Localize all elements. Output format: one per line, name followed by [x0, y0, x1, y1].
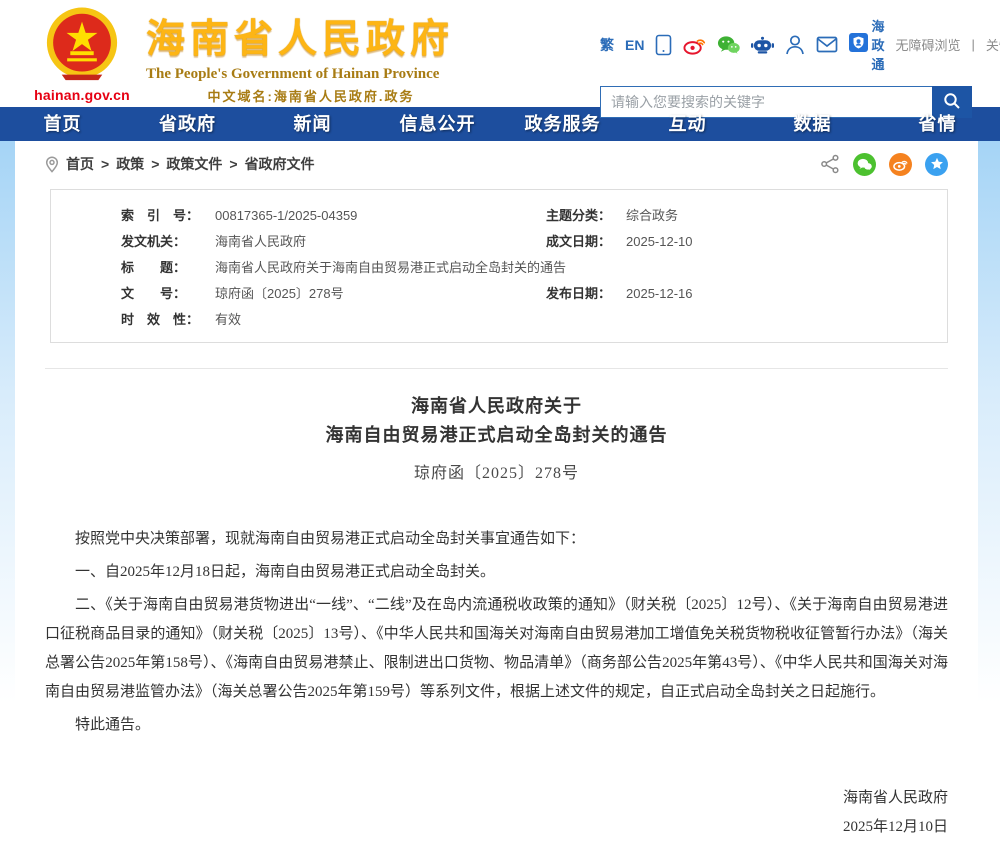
document-number: 琼府函〔2025〕278号	[45, 459, 948, 483]
nav-item-interaction[interactable]: 互动	[625, 107, 750, 141]
breadcrumb-separator: >	[229, 156, 237, 172]
meta-value-issuing-agency: 海南省人民政府	[215, 229, 546, 255]
robot-icon[interactable]	[751, 35, 774, 55]
share-wechat-icon[interactable]	[853, 153, 876, 176]
breadcrumb-separator: >	[101, 156, 109, 172]
breadcrumb-separator: >	[151, 156, 159, 172]
toolbar-separator: |	[971, 37, 974, 52]
meta-value-index-number: 00817365-1/2025-04359	[215, 203, 546, 229]
meta-label-topic-category: 主题分类：	[546, 203, 626, 229]
signature-agency: 海南省人民政府	[45, 784, 948, 813]
site-brand: 海南省人民政府 The People's Government of Haina…	[146, 6, 476, 107]
document-body: 按照党中央决策部署，现就海南自由贸易港正式启动全岛封关事宜通告如下： 一、自20…	[45, 525, 948, 740]
document-title-line1: 海南省人民政府关于	[45, 392, 948, 421]
meta-row: 索 引 号： 00817365-1/2025-04359 主题分类： 综合政务	[121, 203, 932, 229]
weibo-icon[interactable]	[683, 35, 706, 55]
meta-value-validity: 有效	[215, 307, 546, 333]
paragraph: 二、《关于海南自由贸易港货物进出“一线”、“二线”及在岛内流通税收政策的通知》（…	[45, 591, 948, 707]
breadcrumb-policy-documents[interactable]: 政策文件	[166, 154, 222, 174]
paragraph: 按照党中央决策部署，现就海南自由贸易港正式启动全岛封关事宜通告如下：	[45, 525, 948, 554]
national-emblem-icon	[43, 71, 121, 88]
traditional-chinese-link[interactable]: 繁	[600, 35, 614, 55]
header-toolbar: 繁 EN	[600, 16, 972, 73]
site-domain: hainan.gov.cn	[34, 87, 130, 103]
meta-row: 文 号： 琼府函〔2025〕278号 发布日期： 2025-12-16	[121, 281, 932, 307]
paragraph: 一、自2025年12月18日起，海南自由贸易港正式启动全岛封关。	[45, 558, 948, 587]
site-title: 海南省人民政府	[146, 8, 476, 64]
document-title: 海南省人民政府关于 海南自由贸易港正式启动全岛封关的通告	[45, 392, 948, 450]
meta-value-doc-number: 琼府函〔2025〕278号	[215, 281, 546, 307]
share-weibo-icon[interactable]	[889, 153, 912, 176]
meta-value-publish-date: 2025-12-16	[626, 281, 932, 307]
meta-row: 时 效 性： 有效	[121, 307, 932, 333]
meta-label-written-date: 成文日期：	[546, 229, 626, 255]
header-right: 繁 EN	[600, 6, 972, 107]
paragraph: 特此通告。	[45, 711, 948, 740]
location-pin-icon	[45, 156, 59, 173]
breadcrumb-policy[interactable]: 政策	[116, 154, 144, 174]
share-icon[interactable]	[820, 154, 840, 174]
page-background: 首页 > 政策 > 政策文件 > 省政府文件	[0, 141, 1000, 862]
document-meta-box: 索 引 号： 00817365-1/2025-04359 主题分类： 综合政务 …	[50, 189, 948, 343]
meta-value-empty	[626, 307, 932, 333]
content-panel: 首页 > 政策 > 政策文件 > 省政府文件	[15, 141, 978, 862]
main-nav: 首页 省政府 新闻 信息公开 政务服务 互动 数据 省情	[0, 107, 1000, 141]
meta-label-empty	[546, 307, 626, 333]
english-link[interactable]: EN	[625, 37, 644, 53]
meta-label-validity: 时 效 性：	[121, 307, 215, 333]
nav-item-data[interactable]: 数据	[750, 107, 875, 141]
haizhengtong-label: 海政通	[871, 16, 884, 73]
breadcrumb-row: 首页 > 政策 > 政策文件 > 省政府文件	[45, 141, 948, 187]
meta-value-topic-category: 综合政务	[626, 203, 932, 229]
nav-item-information-disclosure[interactable]: 信息公开	[375, 107, 500, 141]
breadcrumb-home[interactable]: 首页	[66, 154, 94, 174]
site-title-en: The People's Government of Hainan Provin…	[146, 66, 476, 83]
share-qzone-icon[interactable]	[925, 153, 948, 176]
breadcrumb-provincial-documents[interactable]: 省政府文件	[245, 154, 315, 174]
meta-label-issuing-agency: 发文机关：	[121, 229, 215, 255]
divider	[45, 368, 948, 369]
signature-date: 2025年12月10日	[45, 813, 948, 842]
site-domain-cn: 中文域名:海南省人民政府.政务	[146, 86, 476, 105]
haizhengtong-link[interactable]: 海政通	[849, 16, 884, 73]
meta-label-empty	[546, 255, 626, 281]
meta-value-empty	[626, 255, 932, 281]
nav-item-province-profile[interactable]: 省情	[875, 107, 1000, 141]
haizhengtong-icon	[849, 33, 868, 57]
mail-icon[interactable]	[816, 36, 838, 53]
share-row	[820, 153, 948, 176]
meta-row: 发文机关： 海南省人民政府 成文日期： 2025-12-10	[121, 229, 932, 255]
meta-label-doc-number: 文 号：	[121, 281, 215, 307]
meta-value-title: 海南省人民政府关于海南自由贸易港正式启动全岛封关的通告	[215, 255, 546, 281]
nav-item-news[interactable]: 新闻	[250, 107, 375, 141]
breadcrumb: 首页 > 政策 > 政策文件 > 省政府文件	[45, 154, 315, 174]
meta-label-publish-date: 发布日期：	[546, 281, 626, 307]
accessibility-link[interactable]: 无障碍浏览	[895, 35, 960, 54]
meta-label-title: 标 题：	[121, 255, 215, 281]
meta-value-written-date: 2025-12-10	[626, 229, 932, 255]
document-title-line2: 海南自由贸易港正式启动全岛封关的通告	[45, 421, 948, 450]
nav-item-government-services[interactable]: 政务服务	[500, 107, 625, 141]
signature-block: 海南省人民政府 2025年12月10日	[45, 784, 948, 842]
meta-label-index-number: 索 引 号：	[121, 203, 215, 229]
meta-row: 标 题： 海南省人民政府关于海南自由贸易港正式启动全岛封关的通告	[121, 255, 932, 281]
nav-item-home[interactable]: 首页	[0, 107, 125, 141]
site-logo[interactable]: hainan.gov.cn	[34, 6, 130, 107]
mobile-icon[interactable]	[655, 34, 672, 56]
nav-item-provincial-government[interactable]: 省政府	[125, 107, 250, 141]
care-version-link[interactable]: 关怀版	[986, 35, 1000, 54]
wechat-icon[interactable]	[717, 35, 740, 55]
user-icon[interactable]	[785, 34, 805, 55]
site-header: hainan.gov.cn 海南省人民政府 The People's Gover…	[0, 0, 1000, 107]
